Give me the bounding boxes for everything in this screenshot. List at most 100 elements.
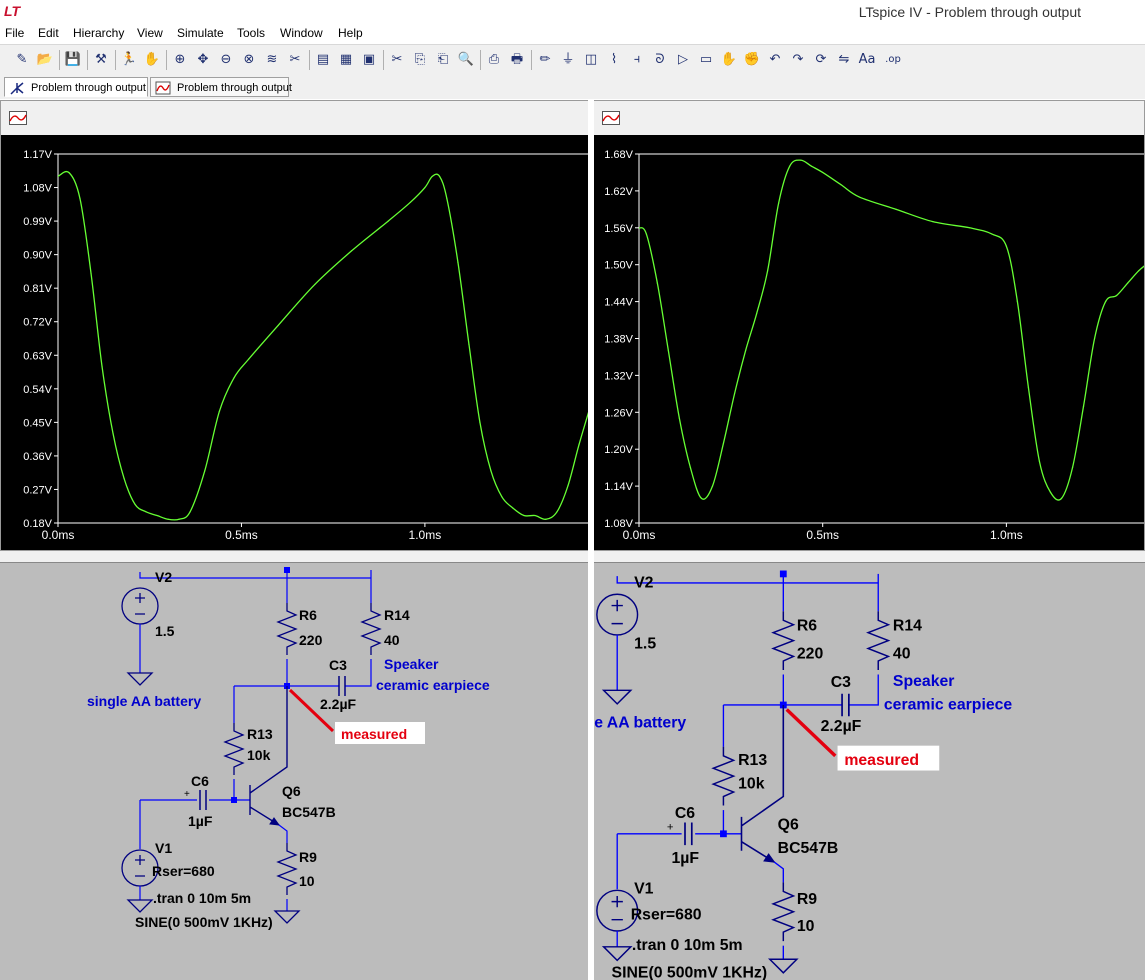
capacitor-symbol: [338, 676, 346, 696]
component-label: R13: [738, 752, 767, 769]
trace-point: [479, 421, 481, 423]
control-panel-icon[interactable]: ⚒: [91, 50, 111, 70]
run-icon[interactable]: 🏃: [119, 50, 139, 70]
component-label: 1µF: [671, 850, 699, 867]
component-label: .tran 0 10m 5m: [153, 890, 251, 906]
trace-point: [656, 282, 658, 284]
copy-icon[interactable]: ⎘: [410, 50, 430, 70]
component-label: Q6: [778, 816, 799, 833]
trace-point: [645, 233, 647, 235]
toolbar-separator: [531, 50, 532, 70]
menu-file[interactable]: File: [5, 26, 24, 40]
tab-schematic[interactable]: Problem through output: [4, 77, 148, 97]
zoom-full-icon[interactable]: ⊗: [239, 50, 259, 70]
polarity-marks: [611, 599, 623, 625]
print-setup-icon[interactable]: ⎙: [484, 50, 504, 70]
panel-splitter[interactable]: [0, 551, 1145, 562]
move-icon[interactable]: ✋: [719, 50, 739, 70]
zoom-out-icon[interactable]: ⊖: [216, 50, 236, 70]
schematic-svg: V2 1.5 single AA battery R6 220 R14 40 Speaker c…: [594, 570, 1012, 980]
vertical-splitter[interactable]: [588, 100, 594, 980]
zoom-in-icon[interactable]: ⊕: [170, 50, 190, 70]
trace-point: [811, 165, 813, 167]
delete-trace-icon[interactable]: ✂: [285, 50, 305, 70]
menu-tools[interactable]: Tools: [237, 26, 265, 40]
trace-point: [858, 196, 861, 198]
component-label: 220: [299, 632, 323, 648]
plot-svg: 1.68V 1.62V 1.56V 1.50V 1.44V 1.38V 1.32V 1.26V…: [604, 149, 1144, 542]
trace-point: [409, 201, 411, 204]
y-tick-label: 0.72V: [23, 317, 52, 329]
menu-hierarchy[interactable]: Hierarchy: [73, 26, 124, 40]
trace-point: [424, 186, 426, 189]
component-label: 1.5: [634, 635, 656, 652]
tab-waveform[interactable]: Problem through output: [150, 77, 292, 97]
autoscale-icon[interactable]: ≋: [262, 50, 282, 70]
trace-point: [490, 470, 492, 472]
y-tick-label: 1.08V: [23, 183, 52, 195]
menu-help[interactable]: Help: [338, 26, 363, 40]
close-window-icon[interactable]: ▣: [359, 50, 379, 70]
wire-icon[interactable]: ✏: [535, 50, 555, 70]
mirror-icon[interactable]: ⇋: [834, 50, 854, 70]
ground-icon[interactable]: ⏚: [558, 50, 578, 70]
x-tick-label: 0.0ms: [42, 528, 75, 542]
wire: [616, 576, 879, 584]
ground-symbol: [273, 910, 301, 924]
label-icon[interactable]: ◫: [581, 50, 601, 70]
comment-text: Speaker: [384, 656, 439, 672]
trace-point: [1038, 460, 1041, 463]
trace-point: [667, 350, 669, 352]
halt-icon[interactable]: ✋: [142, 50, 162, 70]
spice-directive-icon[interactable]: .op: [880, 50, 906, 70]
polarity-marks: [135, 593, 145, 615]
waveform-icon[interactable]: [9, 111, 27, 125]
rotate-icon[interactable]: ⟳: [811, 50, 831, 70]
schematic-panel-right[interactable]: V2 1.5 single AA battery R6 220 R14 40 Speaker c…: [594, 562, 1145, 980]
text-icon[interactable]: Aa: [857, 50, 877, 70]
plot-area[interactable]: 1.17V 1.08V 0.99V 0.90V 0.81V 0.72V 0.63V 0.54V…: [1, 135, 588, 550]
menu-edit[interactable]: Edit: [38, 26, 59, 40]
menu-view[interactable]: View: [137, 26, 163, 40]
new-schematic-icon[interactable]: ✎: [12, 50, 32, 70]
capacitor-icon[interactable]: ⫞: [627, 50, 647, 70]
y-tick-label: 0.27V: [23, 484, 52, 496]
tile-horizontal-icon[interactable]: ▤: [313, 50, 333, 70]
undo-icon[interactable]: ↶: [765, 50, 785, 70]
ground-symbol: [126, 899, 154, 913]
y-tick-label: 1.68V: [604, 149, 633, 161]
menu-window[interactable]: Window: [280, 26, 323, 40]
component-label: 1.5: [155, 623, 175, 639]
inductor-icon[interactable]: ᘐ: [650, 50, 670, 70]
paste-icon[interactable]: ⎗: [433, 50, 453, 70]
trace-point: [387, 220, 389, 222]
pan-icon[interactable]: ✥: [193, 50, 213, 70]
schematic-panel-left[interactable]: V2 1.5 single AA battery R6 220 R14 40 Speaker c…: [0, 562, 589, 980]
resistor-symbol: [223, 723, 245, 775]
diode-icon[interactable]: ▷: [673, 50, 693, 70]
plot-area[interactable]: 1.68V 1.62V 1.56V 1.50V 1.44V 1.38V 1.32V 1.26V…: [594, 135, 1144, 550]
trace-point: [101, 365, 103, 368]
print-icon[interactable]: 🖶: [507, 50, 527, 70]
trace-line: [639, 159, 1144, 501]
resistor-icon[interactable]: ⌇: [604, 50, 624, 70]
redo-icon[interactable]: ↷: [788, 50, 808, 70]
trace-point: [1049, 491, 1052, 493]
cut-icon[interactable]: ✂: [387, 50, 407, 70]
toolbar-separator: [59, 50, 60, 70]
emitter-arrow: [763, 853, 776, 863]
open-icon[interactable]: 📂: [35, 50, 55, 70]
trace-point: [90, 272, 92, 274]
trace-point: [1005, 245, 1007, 247]
menu-simulate[interactable]: Simulate: [177, 26, 224, 40]
save-icon[interactable]: 💾: [63, 50, 83, 70]
component-label: R13: [247, 726, 273, 742]
component-icon[interactable]: ▭: [696, 50, 716, 70]
find-icon[interactable]: 🔍: [456, 50, 476, 70]
ground-symbol: [601, 689, 633, 705]
toolbar-separator: [166, 50, 167, 70]
trace-point: [145, 511, 147, 513]
drag-icon[interactable]: ✊: [742, 50, 762, 70]
waveform-icon[interactable]: [602, 111, 620, 125]
cascade-icon[interactable]: ▦: [336, 50, 356, 70]
